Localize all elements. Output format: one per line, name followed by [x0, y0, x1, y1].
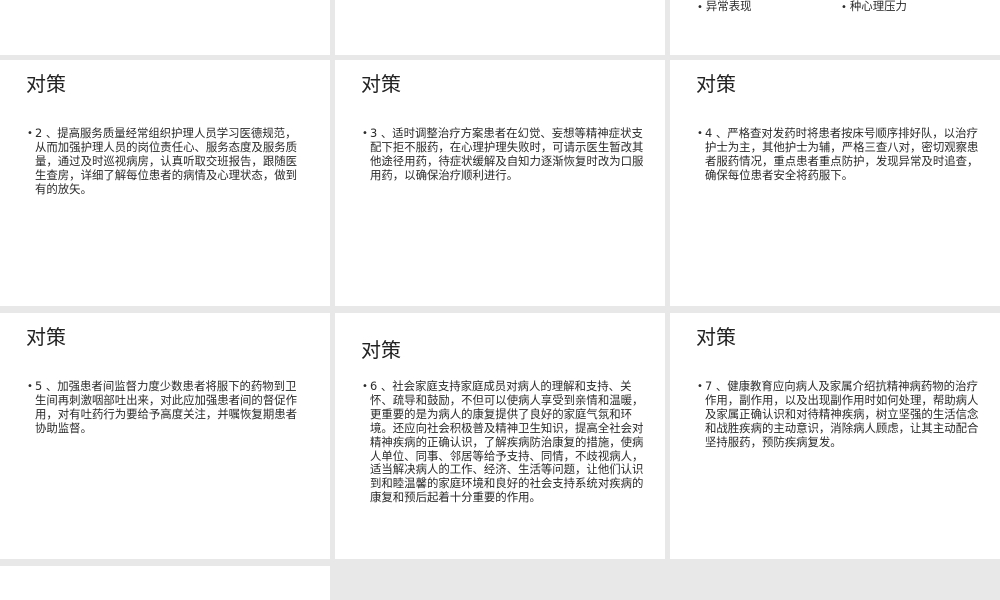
- text-fragment-left: • 异常表现: [697, 0, 752, 13]
- slide-title: 对策: [26, 325, 66, 349]
- slide-title: 对策: [26, 72, 66, 96]
- slide-bullet-text: • 2 、提高服务质量经常组织护理人员学习医德规范，从而加强护理人员的岗位责任心、…: [27, 126, 297, 196]
- slide-thumbnail-countermeasure-3[interactable]: 对策 • 3 、适时调整治疗方案患者在幻觉、妄想等精神症状支配下拒不服药，在心理护…: [335, 60, 665, 306]
- slide-thumbnail-countermeasure-6[interactable]: 对策 • 6 、社会家庭支持家庭成员对病人的理解和支持、关怀、疏导和鼓励，不但可以…: [335, 313, 665, 559]
- slide-bullet-text: • 6 、社会家庭支持家庭成员对病人的理解和支持、关怀、疏导和鼓励，不但可以使病人…: [362, 379, 644, 505]
- bullet-dot: •: [841, 2, 847, 13]
- slide-thumbnail-partial-1[interactable]: [0, 0, 330, 55]
- slide-thumbnail-partial-3[interactable]: • 异常表现 • 种心理压力: [670, 0, 1000, 55]
- slide-title: 对策: [361, 72, 401, 96]
- slide-bullet-text: • 4 、严格查对发药时将患者按床号顺序排好队，以治疗护士为主，其他护士为辅，严格…: [697, 126, 979, 182]
- slide-title: 对策: [696, 325, 736, 349]
- bullet-dot: •: [27, 381, 33, 392]
- slide-bullet-text: • 3 、适时调整治疗方案患者在幻觉、妄想等精神症状支配下拒不服药，在心理护理失败…: [362, 126, 644, 182]
- slide-grid-view: • 异常表现 • 种心理压力 对策 • 2 、提高服务质量经常组织护理人员学习医德规范…: [0, 0, 1000, 600]
- bullet-dot: •: [697, 2, 703, 13]
- slide-thumbnail-countermeasure-4[interactable]: 对策 • 4 、严格查对发药时将患者按床号顺序排好队，以治疗护士为主，其他护士为辅…: [670, 60, 1000, 306]
- bullet-dot: •: [362, 128, 368, 139]
- bullet-dot: •: [697, 381, 703, 392]
- slide-thumbnail-countermeasure-5[interactable]: 对策 • 5 、加强患者间监督力度少数患者将服下的药物到卫生间再刺激咽部吐出来，对…: [0, 313, 330, 559]
- bullet-dot: •: [362, 381, 368, 392]
- slide-thumbnail-countermeasure-2[interactable]: 对策 • 2 、提高服务质量经常组织护理人员学习医德规范，从而加强护理人员的岗位责…: [0, 60, 330, 306]
- bullet-dot: •: [697, 128, 703, 139]
- text-fragment-right: • 种心理压力: [841, 0, 907, 13]
- bullet-dot: •: [27, 128, 33, 139]
- slide-title: 对策: [361, 338, 401, 362]
- slide-thumbnail-partial-next[interactable]: [0, 566, 330, 600]
- slide-title: 对策: [696, 72, 736, 96]
- slide-thumbnail-countermeasure-7[interactable]: 对策 • 7 、健康教育应向病人及家属介绍抗精神病药物的治疗作用，副作用，以及出现…: [670, 313, 1000, 559]
- slide-thumbnail-partial-2[interactable]: [335, 0, 665, 55]
- slide-bullet-text: • 5 、加强患者间监督力度少数患者将服下的药物到卫生间再刺激咽部吐出来，对此应加…: [27, 379, 297, 435]
- slide-bullet-text: • 7 、健康教育应向病人及家属介绍抗精神病药物的治疗作用，副作用，以及出现副作用…: [697, 379, 979, 449]
